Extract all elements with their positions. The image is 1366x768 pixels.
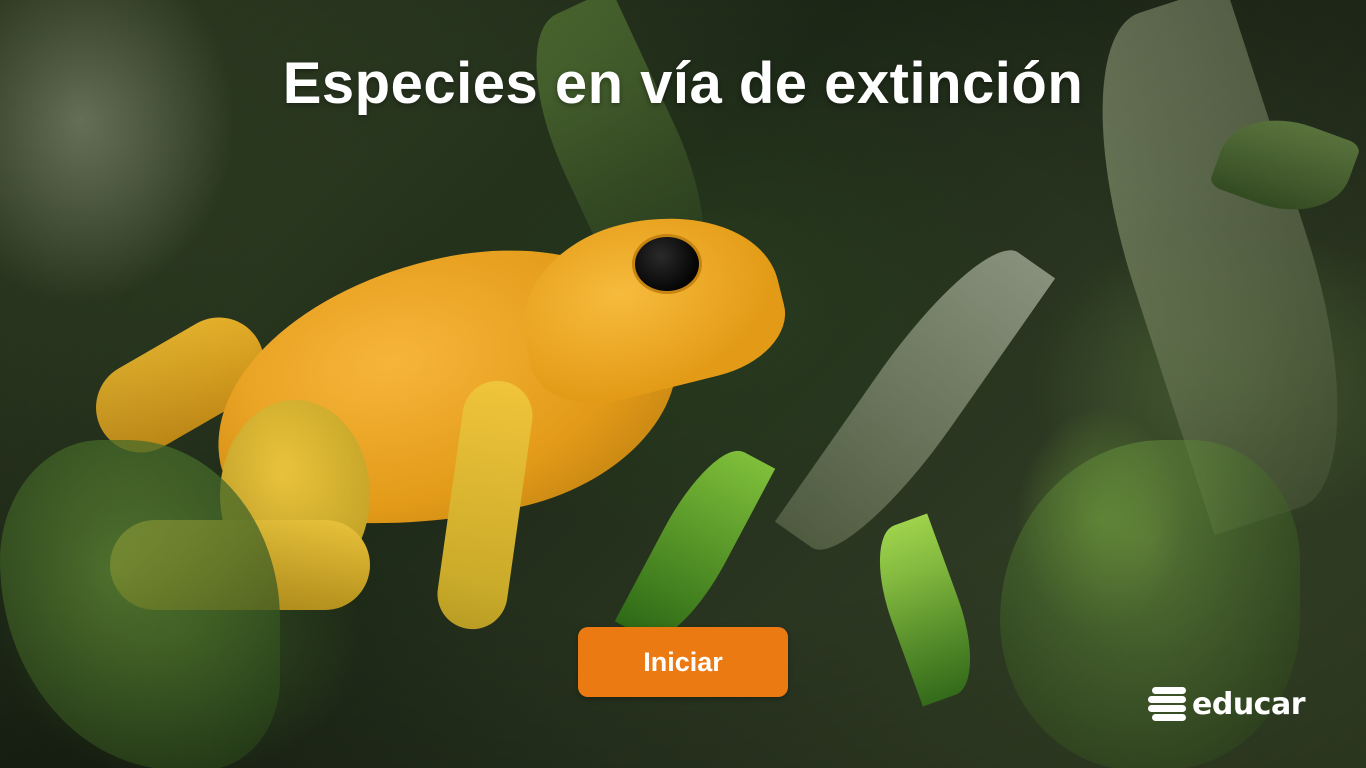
educar-stripes-icon xyxy=(1148,685,1188,723)
start-button[interactable]: Iniciar xyxy=(578,627,788,697)
intro-screen: Especies en vía de extinción Iniciar edu… xyxy=(0,0,1366,768)
educar-logo: educar xyxy=(1148,684,1306,724)
logo-text: educar xyxy=(1192,686,1306,722)
page-title: Especies en vía de extinción xyxy=(282,51,1084,116)
